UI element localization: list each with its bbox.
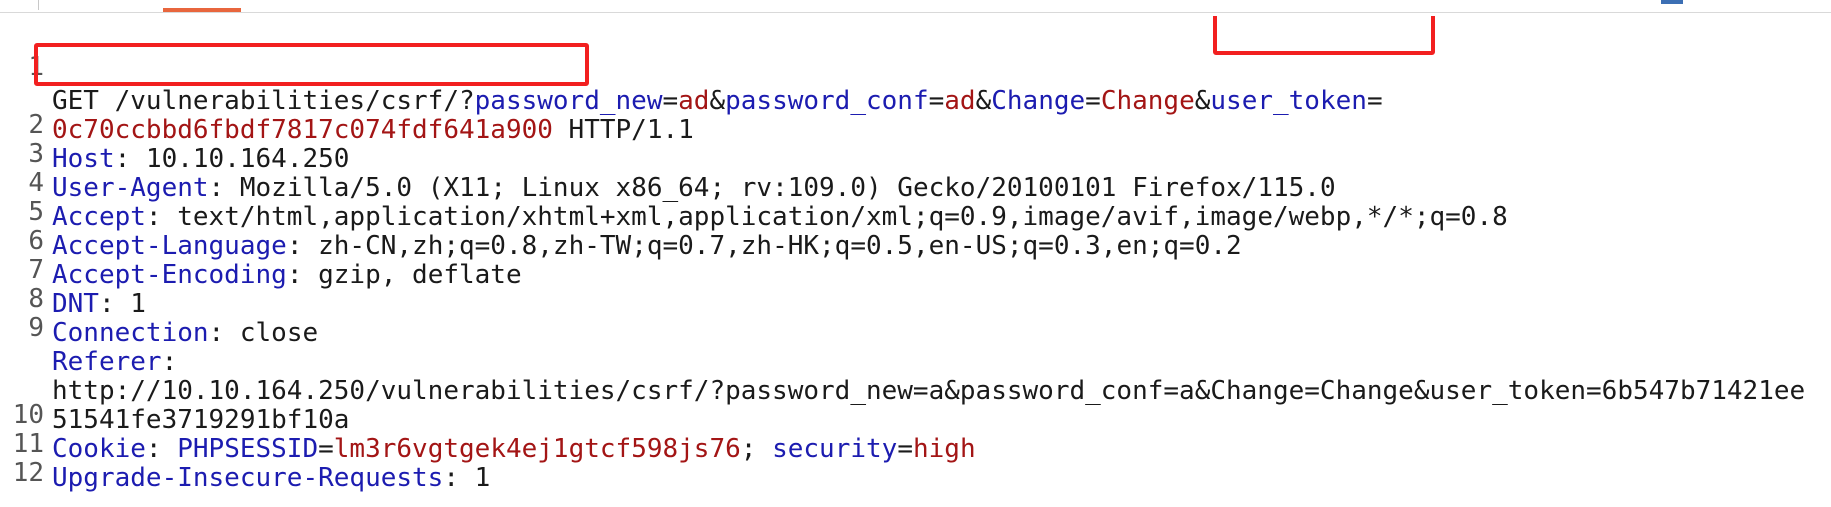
header-separator: : (286, 260, 319, 290)
cookie-value-security: high (912, 434, 976, 464)
header-separator: : (208, 173, 240, 203)
header-name: Accept-Language (52, 231, 287, 261)
param-name-change: Change (991, 86, 1086, 116)
http-protocol: HTTP/1.1 (552, 115, 694, 145)
header-value: close (239, 318, 319, 348)
header-value: Mozilla/5.0 (X11; Linux x86_64; rv:109.0… (239, 173, 1336, 203)
header-name: Upgrade-Insecure-Requests (52, 463, 444, 493)
header-value: 1 (474, 463, 491, 493)
param-equals: = (1366, 86, 1383, 116)
param-equals: = (662, 86, 679, 116)
header-value: gzip, deflate (318, 260, 522, 290)
empty-line: 12 (0, 422, 63, 488)
param-name-password-conf: password_conf (725, 86, 929, 116)
header-separator: : (286, 231, 319, 261)
http-request-editor[interactable]: 1 GET /vulnerabilities/csrf/?password_ne… (0, 16, 1831, 507)
param-value-password-conf: ad (944, 86, 976, 116)
param-value-change: Change (1100, 86, 1195, 116)
active-tab-indicator[interactable] (163, 8, 241, 12)
editor-tab-bar (0, 0, 1831, 13)
header-name: Accept-Encoding (52, 260, 287, 290)
cookie-value-phpsessid: lm3r6vgtgek4ej1gtcf598js76 (333, 434, 741, 464)
header-name: Accept (52, 202, 146, 232)
header-separator: : (145, 202, 178, 232)
highlight-box-user-token-param (1213, 16, 1435, 55)
param-equals: = (928, 86, 945, 116)
user-token-value: 0c70ccbbd6fbdf7817c074fdf641a900 (52, 115, 553, 145)
cookie-separator: ; (740, 434, 773, 464)
line-number: 12 (12, 458, 44, 488)
header-separator: : (161, 347, 178, 377)
param-separator: & (975, 86, 992, 116)
param-equals: = (1085, 86, 1101, 116)
cookie-name-phpsessid: PHPSESSID (177, 434, 319, 464)
cookie-name-security: security (772, 434, 898, 464)
header-value: text/html,application/xhtml+xml,applicat… (177, 202, 1508, 232)
tab-separator (38, 0, 39, 10)
header-name: Cookie (52, 434, 146, 464)
header-value: zh-CN,zh;q=0.8,zh-TW;q=0.7,zh-HK;q=0.5,e… (318, 231, 1242, 261)
header-separator: : (208, 318, 240, 348)
highlight-box-user-token-value (34, 43, 589, 86)
header-separator: : (98, 289, 131, 319)
header-separator: : (443, 463, 475, 493)
toolbar-edge-icon[interactable] (1661, 0, 1683, 4)
header-value: 10.10.164.250 (145, 144, 350, 174)
param-value-password-new: ad (678, 86, 710, 116)
header-name: User-Agent (52, 173, 209, 203)
param-separator: & (709, 86, 726, 116)
header-separator: : (145, 434, 178, 464)
cookie-equals: = (318, 434, 334, 464)
request-method-path: GET /vulnerabilities/csrf/? (52, 86, 475, 116)
header-value: 1 (130, 289, 146, 319)
header-separator: : (114, 144, 146, 174)
header-name: Connection (52, 318, 209, 348)
param-name-password-new: password_new (474, 86, 663, 116)
header-code: Upgrade-Insecure-Requests: 1 (52, 461, 490, 495)
header-name: Referer (52, 347, 162, 377)
param-name-user-token: user_token (1210, 86, 1367, 116)
cookie-equals: = (897, 434, 913, 464)
param-separator: & (1194, 86, 1211, 116)
